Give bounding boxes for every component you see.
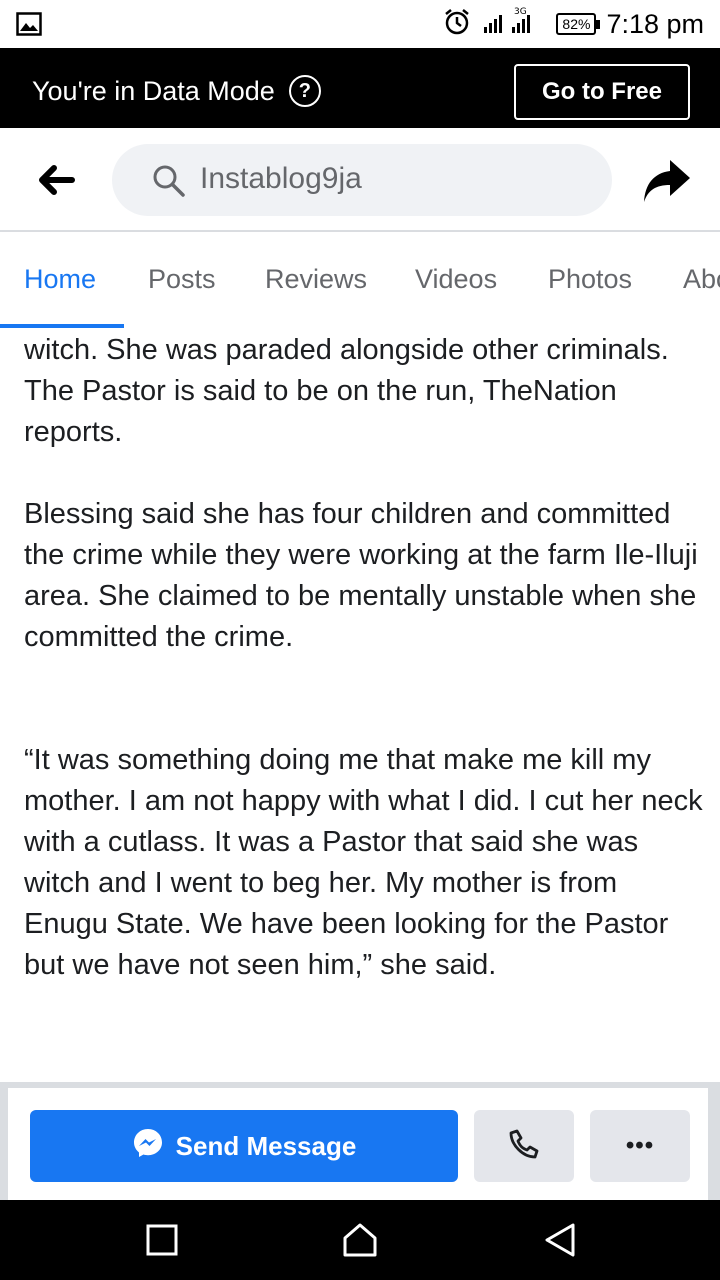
tab-home[interactable]: Home (24, 264, 96, 295)
send-message-button[interactable]: Send Message (30, 1110, 458, 1182)
recents-icon[interactable] (142, 1220, 182, 1260)
data-mode-message-row: You're in Data Mode ? (32, 75, 321, 107)
more-options-button[interactable]: ••• (590, 1110, 690, 1182)
tab-reviews[interactable]: Reviews (265, 264, 367, 295)
tab-posts[interactable]: Posts (148, 264, 216, 295)
post-content: witch. She was paraded alongside other c… (0, 328, 720, 1082)
tab-photos[interactable]: Photos (548, 264, 632, 295)
post-paragraph: witch. She was paraded alongside other c… (24, 334, 669, 448)
send-message-label: Send Message (175, 1130, 357, 1161)
alarm-icon (442, 7, 472, 42)
search-input[interactable]: Instablog9ja (112, 144, 612, 216)
go-to-free-button[interactable]: Go to Free (514, 64, 690, 120)
phone-icon (509, 1129, 539, 1164)
network-type: 3G (514, 7, 527, 17)
messenger-icon (132, 1127, 164, 1166)
back-icon[interactable] (540, 1220, 580, 1260)
status-bar: 3G 82% 7:18 pm (0, 0, 720, 48)
post-paragraph: Blessing said she has four children and … (24, 498, 698, 653)
clock: 7:18 pm (606, 8, 704, 39)
system-navigation-bar (0, 1200, 720, 1280)
call-button[interactable] (474, 1110, 574, 1182)
battery-level: 82% (562, 16, 591, 32)
post-paragraph: “It was something doing me that make me … (24, 744, 703, 981)
search-icon (152, 164, 186, 203)
share-icon[interactable] (642, 158, 692, 204)
page-header: Instablog9ja (0, 128, 720, 232)
data-mode-banner: You're in Data Mode ? Go to Free (0, 48, 720, 128)
page-tabs: Home Posts Reviews Videos Photos Abo (0, 232, 720, 328)
tab-about[interactable]: Abo (683, 264, 720, 295)
more-icon: ••• (625, 1132, 655, 1159)
signal-icon: 3G (482, 7, 546, 42)
back-arrow-icon[interactable] (36, 162, 76, 198)
search-query: Instablog9ja (200, 162, 362, 195)
help-icon[interactable]: ? (288, 75, 321, 107)
data-mode-message: You're in Data Mode (32, 75, 275, 106)
home-icon[interactable] (340, 1220, 380, 1260)
image-icon (16, 12, 42, 41)
battery-icon: 82% (556, 13, 601, 35)
tab-videos[interactable]: Videos (415, 264, 497, 295)
